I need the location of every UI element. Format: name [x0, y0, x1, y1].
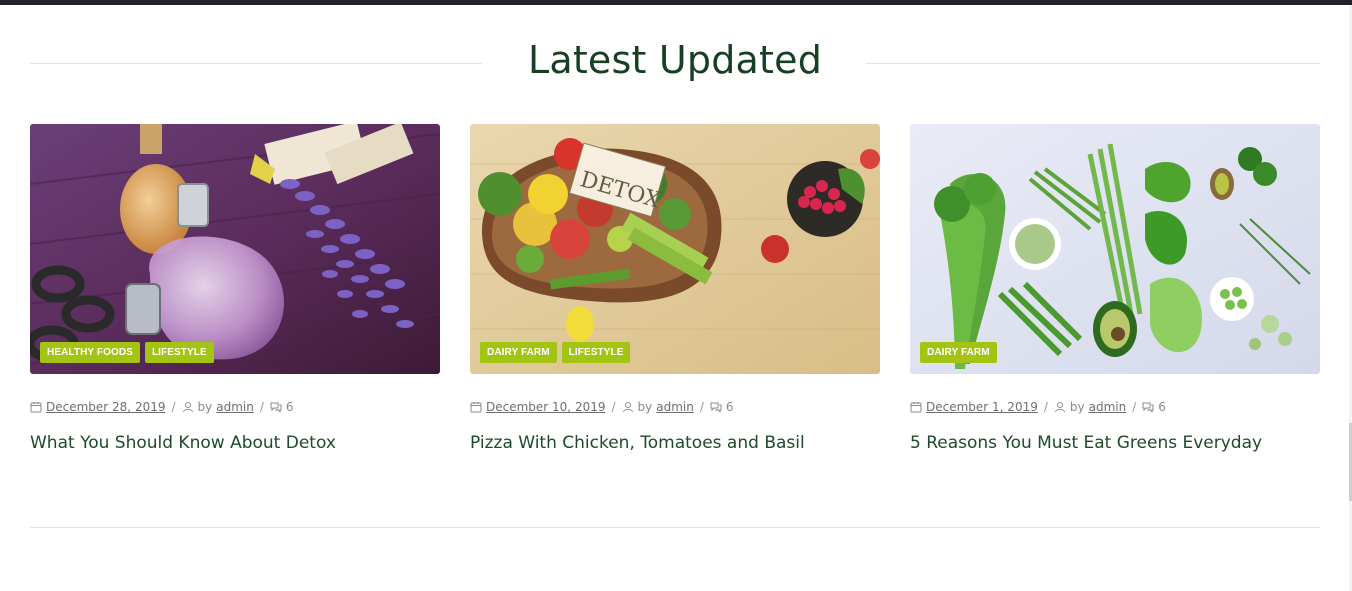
meta-separator: /: [171, 400, 176, 414]
post-card: DETOX DAIRY FARM LIFESTYLE December 10, …: [470, 124, 880, 453]
comments-icon: [710, 401, 722, 413]
tag-dairy-farm[interactable]: DAIRY FARM: [480, 342, 557, 363]
post-date-link[interactable]: December 28, 2019: [46, 400, 165, 414]
post-tags: HEALTHY FOODS LIFESTYLE: [40, 342, 214, 363]
calendar-icon: [30, 401, 42, 413]
post-tags: DAIRY FARM: [920, 342, 997, 363]
meta-separator: /: [1043, 400, 1048, 414]
user-icon: [622, 401, 634, 413]
calendar-icon: [910, 401, 922, 413]
header-divider-right: [866, 63, 1320, 64]
post-card: DAIRY FARM December 1, 2019 / by admin /…: [910, 124, 1320, 453]
post-date-link[interactable]: December 1, 2019: [926, 400, 1038, 414]
post-meta: December 10, 2019 / by admin / 6: [470, 400, 734, 414]
section-title: Latest Updated: [527, 38, 823, 82]
post-image-green-vegetables[interactable]: DAIRY FARM: [910, 124, 1320, 374]
user-icon: [1054, 401, 1066, 413]
author-link[interactable]: admin: [656, 400, 694, 414]
post-title-link[interactable]: Pizza With Chicken, Tomatoes and Basil: [470, 431, 880, 455]
post-image-perfume-lavender[interactable]: HEALTHY FOODS LIFESTYLE: [30, 124, 440, 374]
post-tags: DAIRY FARM LIFESTYLE: [480, 342, 631, 363]
by-label: by: [637, 400, 653, 414]
comment-count[interactable]: 6: [1158, 400, 1166, 414]
section-header: Latest Updated: [30, 34, 1320, 90]
meta-separator: /: [259, 400, 264, 414]
comments-icon: [1142, 401, 1154, 413]
tag-lifestyle[interactable]: LIFESTYLE: [144, 342, 214, 363]
section-divider: [30, 527, 1320, 528]
calendar-icon: [470, 401, 482, 413]
author-link[interactable]: admin: [1089, 400, 1127, 414]
post-image-detox-vegetables[interactable]: DETOX DAIRY FARM LIFESTYLE: [470, 124, 880, 374]
post-meta: December 1, 2019 / by admin / 6: [910, 400, 1166, 414]
comments-icon: [270, 401, 282, 413]
tag-healthy-foods[interactable]: HEALTHY FOODS: [40, 342, 140, 363]
user-icon: [182, 401, 194, 413]
tag-dairy-farm[interactable]: DAIRY FARM: [920, 342, 997, 363]
meta-separator: /: [699, 400, 704, 414]
author-link[interactable]: admin: [216, 400, 254, 414]
post-card: HEALTHY FOODS LIFESTYLE December 28, 201…: [30, 124, 440, 453]
comment-count[interactable]: 6: [726, 400, 734, 414]
by-label: by: [1069, 400, 1085, 414]
post-title-link[interactable]: 5 Reasons You Must Eat Greens Everyday: [910, 431, 1320, 455]
comment-count[interactable]: 6: [286, 400, 294, 414]
by-label: by: [197, 400, 213, 414]
meta-separator: /: [1132, 400, 1137, 414]
tag-lifestyle[interactable]: LIFESTYLE: [561, 342, 631, 363]
top-bar: [0, 0, 1352, 5]
post-date-link[interactable]: December 10, 2019: [486, 400, 605, 414]
post-meta: December 28, 2019 / by admin / 6: [30, 400, 294, 414]
meta-separator: /: [611, 400, 616, 414]
post-title-link[interactable]: What You Should Know About Detox: [30, 431, 440, 455]
